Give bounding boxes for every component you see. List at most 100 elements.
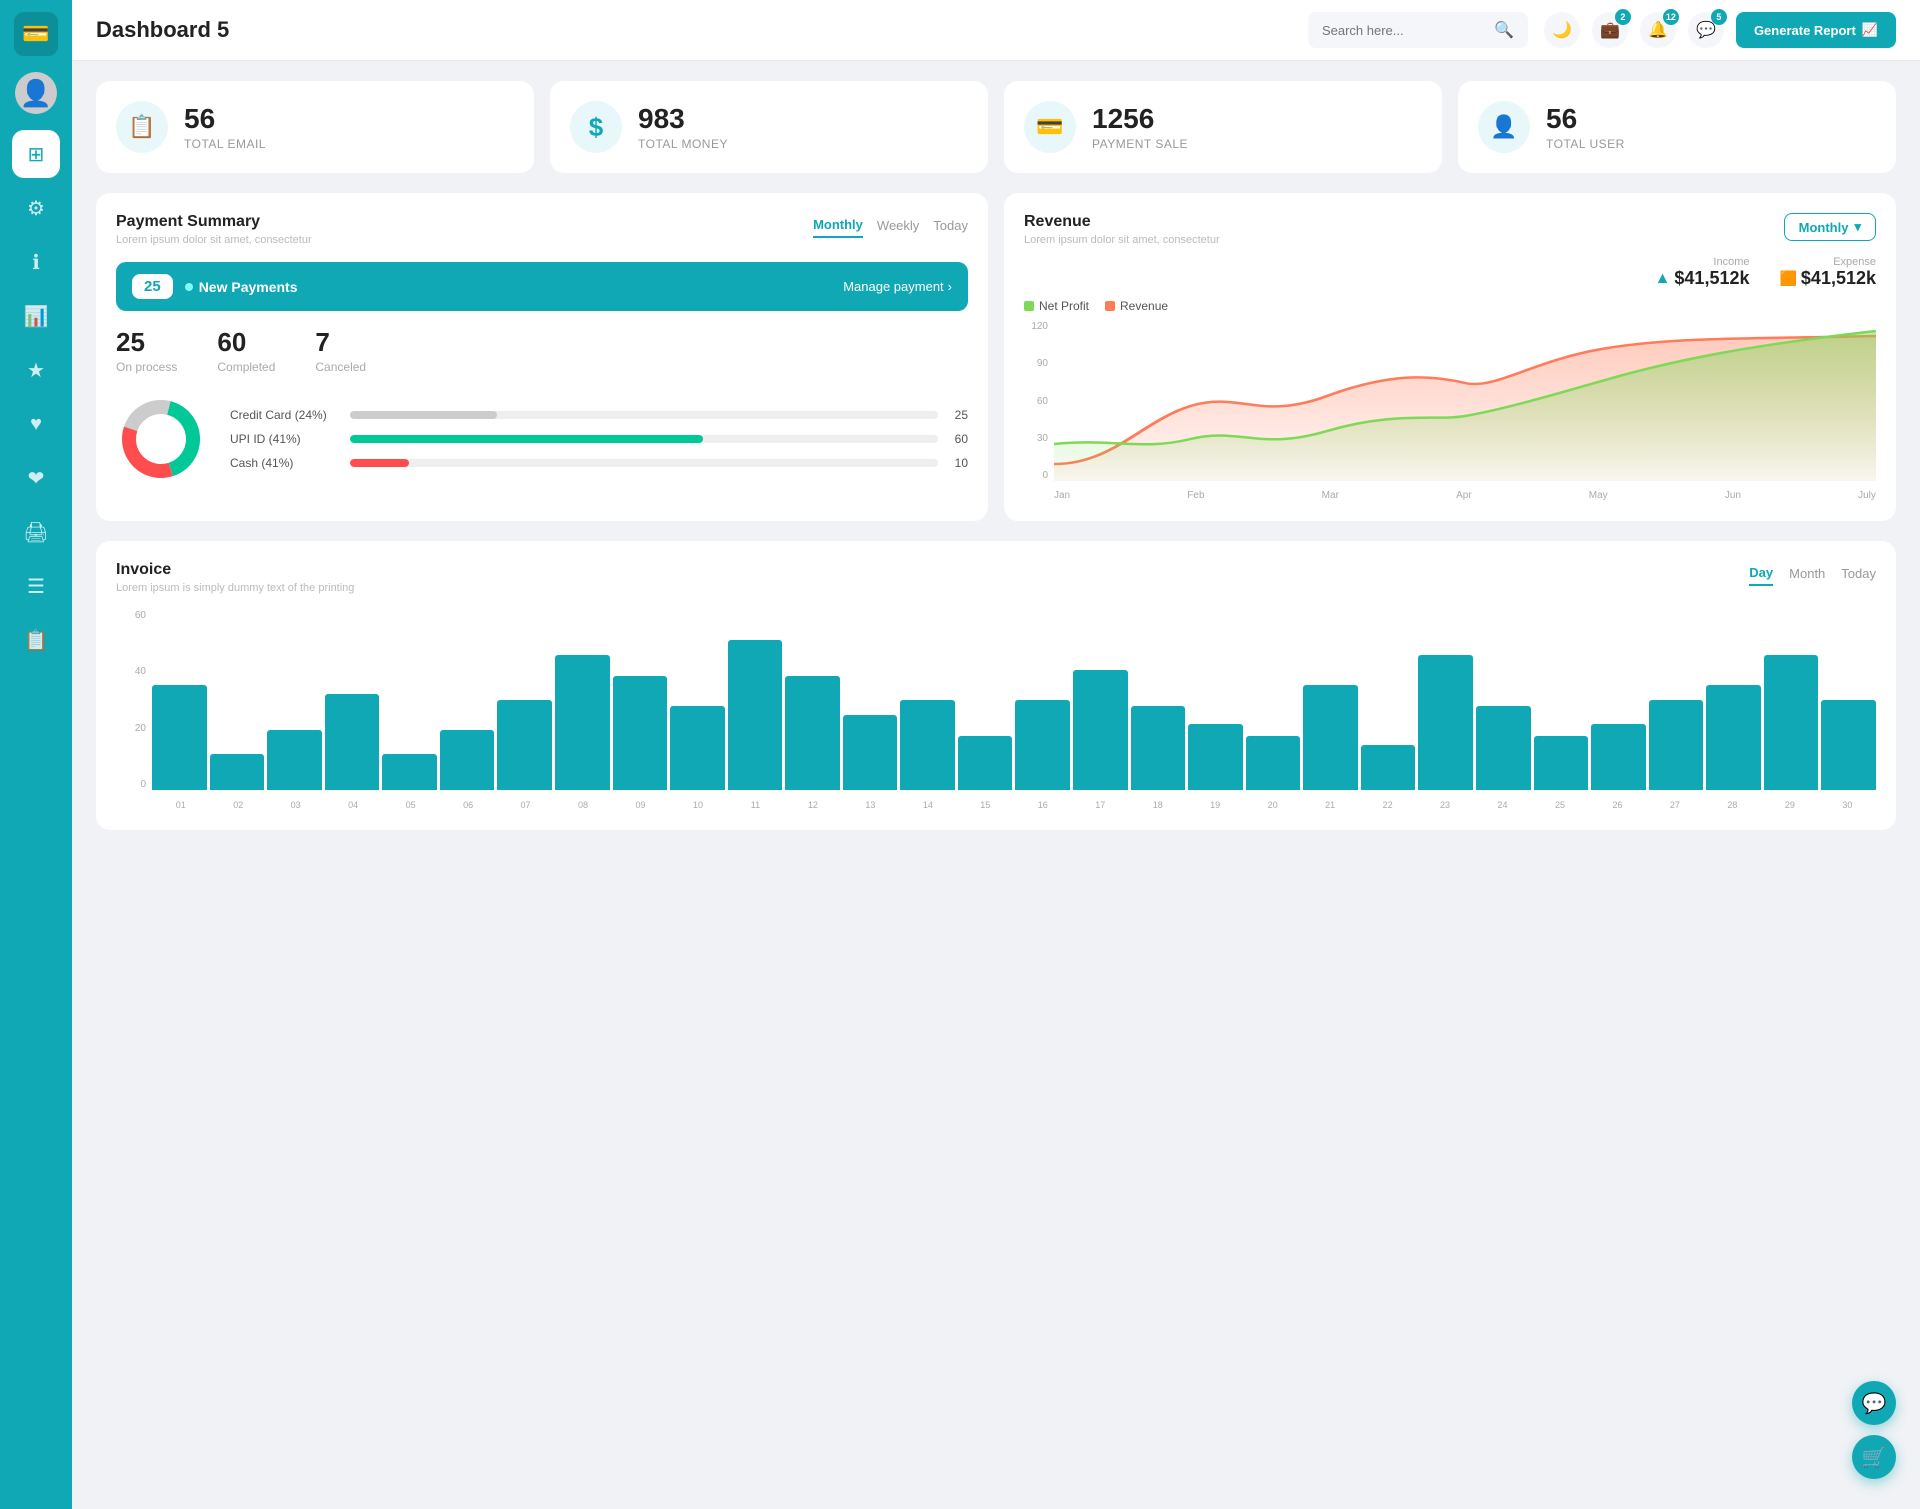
payment-stats-numbers: 25 On process 60 Completed 7 Canceled <box>116 327 968 374</box>
tab-monthly[interactable]: Monthly <box>813 213 863 238</box>
bar-x-label: 01 <box>152 800 209 810</box>
page-title: Dashboard 5 <box>96 17 1292 43</box>
bar-item <box>728 640 783 790</box>
bar-item <box>1476 706 1531 790</box>
bar-item <box>382 754 437 790</box>
legend-net-profit: Net Profit <box>1024 299 1089 313</box>
bar-item <box>497 700 552 790</box>
bar-item <box>1015 700 1070 790</box>
search-input[interactable] <box>1322 23 1486 38</box>
manage-payment-link[interactable]: Manage payment › <box>843 279 952 294</box>
new-payments-count: 25 <box>132 274 173 299</box>
bar-item <box>1361 745 1416 790</box>
theme-toggle-btn[interactable]: 🌙 <box>1544 12 1580 48</box>
stat-icon-money: $ <box>570 101 622 153</box>
bar-item <box>555 655 610 790</box>
sidebar-item-analytics[interactable]: 📊 <box>12 292 60 340</box>
tab-weekly[interactable]: Weekly <box>877 213 919 238</box>
progress-item-upi: UPI ID (41%) 60 <box>230 432 968 446</box>
bar-chart-inner <box>152 610 1876 790</box>
stat-canceled: 7 Canceled <box>315 327 366 374</box>
bar-x-label: 10 <box>669 800 726 810</box>
stat-number-payment: 1256 <box>1092 103 1188 135</box>
revenue-card: Revenue Lorem ipsum dolor sit amet, cons… <box>1004 193 1896 521</box>
chat-btn[interactable]: 💬 5 <box>1688 12 1724 48</box>
revenue-monthly-dropdown[interactable]: Monthly ▾ <box>1784 213 1876 241</box>
sidebar-item-heart2[interactable]: ❤ <box>12 454 60 502</box>
logo-icon: 💳 <box>22 21 49 47</box>
bar-x-label: 09 <box>612 800 669 810</box>
legend-dot-revenue <box>1105 301 1115 311</box>
sidebar-item-notes[interactable]: 📋 <box>12 616 60 664</box>
bar-x-label: 21 <box>1301 800 1358 810</box>
invoice-subtitle: Lorem ipsum is simply dummy text of the … <box>116 582 354 594</box>
bar-item <box>1188 724 1243 790</box>
sidebar-item-favorite[interactable]: ♥ <box>12 400 60 448</box>
stat-card-money: $ 983 TOTAL MONEY <box>550 81 988 173</box>
generate-report-button[interactable]: Generate Report 📈 <box>1736 12 1896 48</box>
progress-bar-cash <box>350 459 409 467</box>
chevron-right-icon: › <box>948 279 952 294</box>
sidebar-item-dashboard[interactable]: ⊞ <box>12 130 60 178</box>
chart-y-labels: 0 30 60 90 120 <box>1024 321 1048 481</box>
tab-today[interactable]: Today <box>933 213 968 238</box>
sidebar-item-list[interactable]: ☰ <box>12 562 60 610</box>
sidebar-item-print[interactable]: 🖨 <box>12 508 60 556</box>
invoice-tab-day[interactable]: Day <box>1749 561 1773 586</box>
expense-icon: 🟧 <box>1779 270 1796 287</box>
header-icons: 🌙 💼 2 🔔 12 💬 5 Generate Report 📈 <box>1544 12 1896 48</box>
sidebar-item-star[interactable]: ★ <box>12 346 60 394</box>
bar-x-labels: 0102030405060708091011121314151617181920… <box>152 800 1876 810</box>
bar-x-label: 04 <box>324 800 381 810</box>
stat-label-user: TOTAL USER <box>1546 137 1625 151</box>
stat-label-payment: PAYMENT SALE <box>1092 137 1188 151</box>
stat-icon-email: 📋 <box>116 101 168 153</box>
bar-item <box>1534 736 1589 790</box>
legend-revenue: Revenue <box>1105 299 1168 313</box>
bar-x-label: 18 <box>1129 800 1186 810</box>
progress-bar-wrap-upi <box>350 435 938 443</box>
bell-btn[interactable]: 🔔 12 <box>1640 12 1676 48</box>
stats-row: 📋 56 TOTAL EMAIL $ 983 TOTAL MONEY 💳 125… <box>96 81 1896 173</box>
bar-x-label: 08 <box>554 800 611 810</box>
sidebar-item-settings[interactable]: ⚙ <box>12 184 60 232</box>
sidebar-logo[interactable]: 💳 <box>14 12 58 56</box>
stat-card-payment-sale: 💳 1256 PAYMENT SALE <box>1004 81 1442 173</box>
chevron-down-icon: ▾ <box>1854 219 1861 235</box>
search-bar[interactable]: 🔍 <box>1308 12 1528 48</box>
revenue-chart: 0 30 60 90 120 <box>1024 321 1876 501</box>
invoice-tab-today[interactable]: Today <box>1841 561 1876 586</box>
stat-card-email: 📋 56 TOTAL EMAIL <box>96 81 534 173</box>
stat-number-money: 983 <box>638 103 728 135</box>
bar-x-label: 03 <box>267 800 324 810</box>
chat-badge: 5 <box>1711 9 1727 25</box>
fab-cart[interactable]: 🛒 <box>1852 1435 1896 1479</box>
list-icon: ☰ <box>27 574 45 599</box>
invoice-tab-month[interactable]: Month <box>1789 561 1825 586</box>
bar-x-label: 06 <box>439 800 496 810</box>
dashboard-icon: ⊞ <box>28 142 45 167</box>
progress-bar-wrap-cash <box>350 459 938 467</box>
bar-x-label: 20 <box>1244 800 1301 810</box>
progress-label-cash: Cash (41%) <box>230 456 340 470</box>
progress-list: Credit Card (24%) 25 UPI ID (41%) 60 <box>230 408 968 470</box>
heart-icon: ♥ <box>30 413 42 436</box>
wallet-btn[interactable]: 💼 2 <box>1592 12 1628 48</box>
stat-on-process: 25 On process <box>116 327 177 374</box>
bar-x-label: 25 <box>1531 800 1588 810</box>
fab-cart-icon: 🛒 <box>1862 1445 1887 1470</box>
fab-chat[interactable]: 💬 <box>1852 1381 1896 1425</box>
bar-item <box>670 706 725 790</box>
payment-summary-title: Payment Summary <box>116 213 312 231</box>
sidebar-item-info[interactable]: ℹ <box>12 238 60 286</box>
progress-label-upi: UPI ID (41%) <box>230 432 340 446</box>
stat-icon-user: 👤 <box>1478 101 1530 153</box>
user-avatar[interactable]: 👤 <box>15 72 57 114</box>
stat-label-email: TOTAL EMAIL <box>184 137 266 151</box>
fab-chat-icon: 💬 <box>1862 1391 1887 1416</box>
stat-number-email: 56 <box>184 103 266 135</box>
progress-val-upi: 60 <box>948 432 968 446</box>
income-expense-row: Income ▲ $41,512k Expense 🟧 $41,512k <box>1024 256 1876 289</box>
bar-x-label: 29 <box>1761 800 1818 810</box>
revenue-subtitle: Lorem ipsum dolor sit amet, consectetur <box>1024 234 1220 246</box>
